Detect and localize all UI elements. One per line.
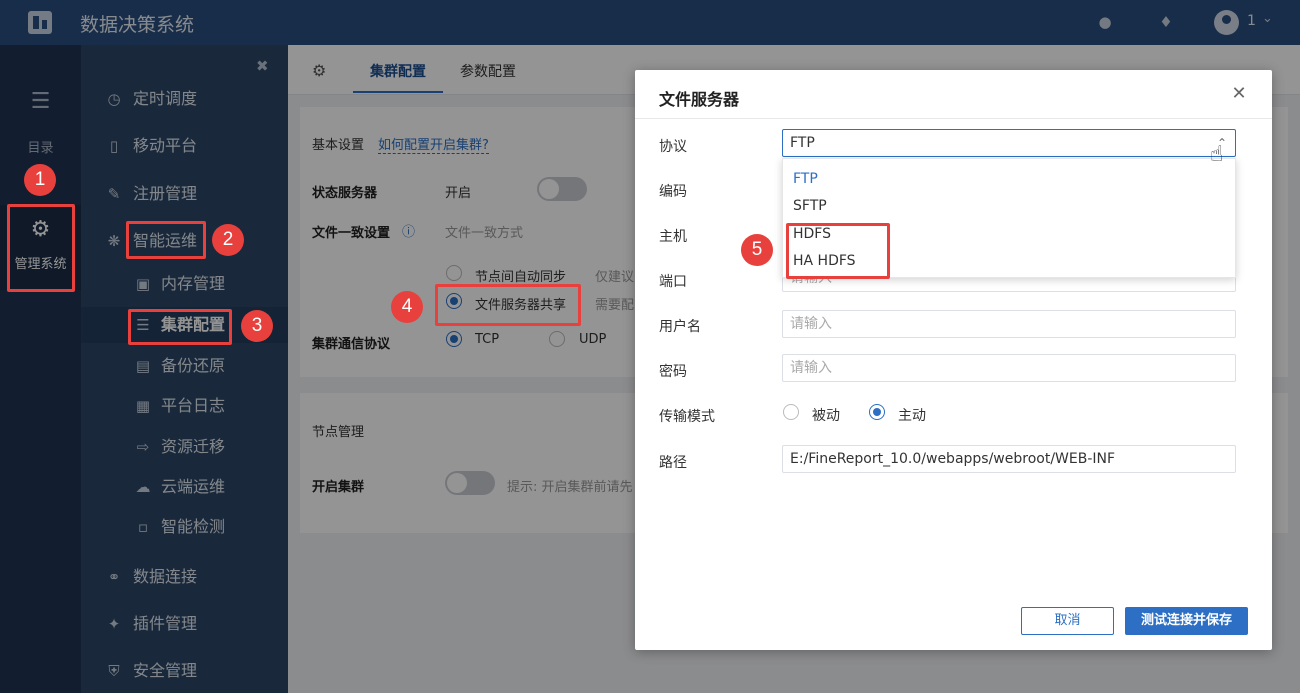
- path-label: 路径: [659, 455, 687, 471]
- annotation-box-1: [7, 204, 75, 292]
- password-label: 密码: [659, 364, 687, 380]
- transfer-mode-label: 传输模式: [659, 409, 715, 425]
- protocol-select[interactable]: FTP: [782, 129, 1236, 157]
- annotation-box-2: [126, 221, 206, 259]
- annotation-number-1: 1: [24, 164, 56, 196]
- annotation-box-5: [786, 223, 890, 279]
- port-label: 端口: [659, 274, 687, 290]
- annotation-number-5: 5: [741, 234, 773, 266]
- hand-cursor-icon: ☝: [1210, 142, 1224, 167]
- dialog-title: 文件服务器: [659, 90, 740, 109]
- dialog-divider: [635, 118, 1272, 119]
- protocol-label: 协议: [659, 139, 687, 155]
- username-label: 用户名: [659, 319, 701, 335]
- active-label: 主动: [898, 408, 926, 424]
- passive-radio[interactable]: [783, 404, 799, 420]
- annotation-number-3: 3: [241, 310, 273, 342]
- encoding-label: 编码: [659, 184, 687, 200]
- passive-label: 被动: [812, 408, 840, 424]
- username-input[interactable]: 请输入: [782, 310, 1236, 338]
- annotation-box-4: [435, 284, 581, 326]
- close-icon[interactable]: ✕: [1229, 83, 1249, 104]
- test-and-save-button[interactable]: 测试连接并保存: [1125, 607, 1248, 635]
- annotation-number-2: 2: [212, 224, 244, 256]
- annotation-number-4: 4: [391, 291, 423, 323]
- cancel-button[interactable]: 取消: [1021, 607, 1114, 635]
- active-radio[interactable]: [869, 404, 885, 420]
- file-server-dialog: 文件服务器 ✕ 协议 FTP ⌃ 编码 主机 端口 请输入 用户名 请输入 密码…: [635, 70, 1272, 650]
- annotation-box-3: [128, 309, 232, 345]
- protocol-option-ftp[interactable]: FTP: [793, 171, 818, 187]
- protocol-option-sftp[interactable]: SFTP: [793, 198, 827, 214]
- host-label: 主机: [659, 229, 687, 245]
- password-input[interactable]: 请输入: [782, 354, 1236, 382]
- path-input[interactable]: E:/FineReport_10.0/webapps/webroot/WEB-I…: [782, 445, 1236, 473]
